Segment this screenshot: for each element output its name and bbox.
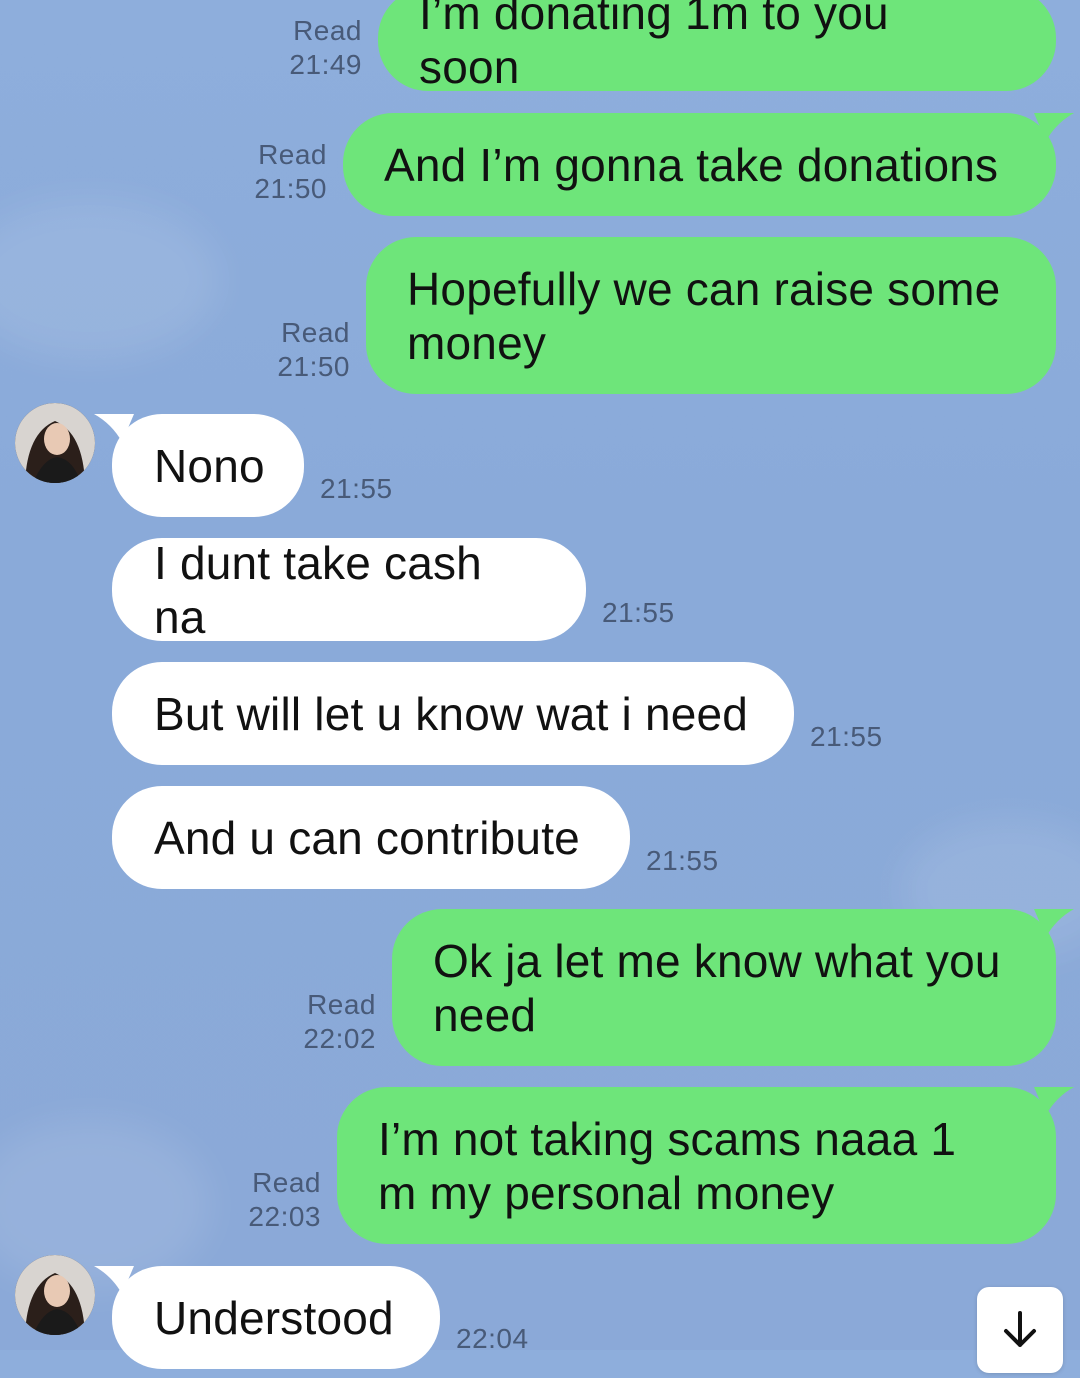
chat-area[interactable]: Read 21:49 I’m donating 1m to you soon R…: [0, 0, 1080, 1373]
outgoing-message-bubble[interactable]: I’m donating 1m to you soon: [378, 0, 1056, 93]
message-text: Understood: [154, 1291, 394, 1344]
read-status: Read: [293, 15, 362, 46]
message-read-receipt: Read 21:50: [254, 138, 327, 206]
read-status: Read: [252, 1167, 321, 1198]
outgoing-message-bubble[interactable]: And I’m gonna take donations: [343, 113, 1074, 216]
incoming-message-bubble[interactable]: I dunt take cash na: [112, 536, 586, 643]
background-cloud: [0, 200, 220, 360]
message-text: Nono: [154, 439, 265, 492]
bubble-tail: [94, 1266, 134, 1294]
message-time: 21:50: [277, 351, 350, 382]
message-time: 22:03: [248, 1201, 321, 1232]
bubble-tail: [1034, 113, 1074, 141]
incoming-message-bubble[interactable]: Nono: [94, 414, 304, 517]
contact-avatar[interactable]: [15, 403, 95, 483]
message-time: 22:02: [303, 1023, 376, 1054]
incoming-message-bubble[interactable]: Understood: [94, 1266, 440, 1369]
avatar-image: [15, 1255, 95, 1335]
message-read-receipt: Read 21:49: [289, 14, 362, 82]
message-text: Hopefully we can raise some money: [407, 262, 1001, 369]
incoming-message-bubble[interactable]: But will let u know wat i need: [112, 662, 794, 765]
message-text: But will let u know wat i need: [154, 687, 749, 740]
message-time: 21:55: [810, 721, 883, 752]
contact-avatar[interactable]: [15, 1255, 95, 1335]
outgoing-message-bubble[interactable]: Ok ja let me know what you need: [392, 909, 1074, 1066]
message-read-receipt: Read 22:02: [303, 988, 376, 1056]
message-time: 21:55: [320, 473, 393, 504]
message-text: And u can contribute: [154, 811, 580, 864]
message-text: I dunt take cash na: [154, 536, 482, 643]
incoming-message-bubble[interactable]: And u can contribute: [112, 786, 630, 889]
bubble-tail: [94, 414, 134, 442]
message-read-receipt: Read 22:03: [248, 1166, 321, 1234]
arrow-down-icon: [1004, 1311, 1036, 1347]
read-status: Read: [281, 317, 350, 348]
message-text: I’m not taking scams naaa 1 m my persona…: [378, 1112, 957, 1219]
message-time: 21:55: [646, 845, 719, 876]
message-time: 21:50: [254, 173, 327, 204]
avatar-image: [15, 403, 95, 483]
message-text: And I’m gonna take donations: [384, 138, 999, 191]
read-status: Read: [258, 139, 327, 170]
message-time: 21:49: [289, 49, 362, 80]
outgoing-message-bubble[interactable]: Hopefully we can raise some money: [366, 237, 1056, 394]
message-time: 21:55: [602, 597, 675, 628]
outgoing-message-bubble[interactable]: I’m not taking scams naaa 1 m my persona…: [337, 1087, 1074, 1244]
message-text: Ok ja let me know what you need: [433, 934, 1001, 1041]
scroll-to-bottom-button[interactable]: [977, 1287, 1063, 1373]
bubble-tail: [1034, 1087, 1074, 1115]
message-time: 22:04: [456, 1323, 529, 1354]
read-status: Read: [307, 989, 376, 1020]
message-text: I’m donating 1m to you soon: [419, 0, 889, 93]
message-read-receipt: Read 21:50: [277, 316, 350, 384]
bubble-tail: [1034, 909, 1074, 937]
